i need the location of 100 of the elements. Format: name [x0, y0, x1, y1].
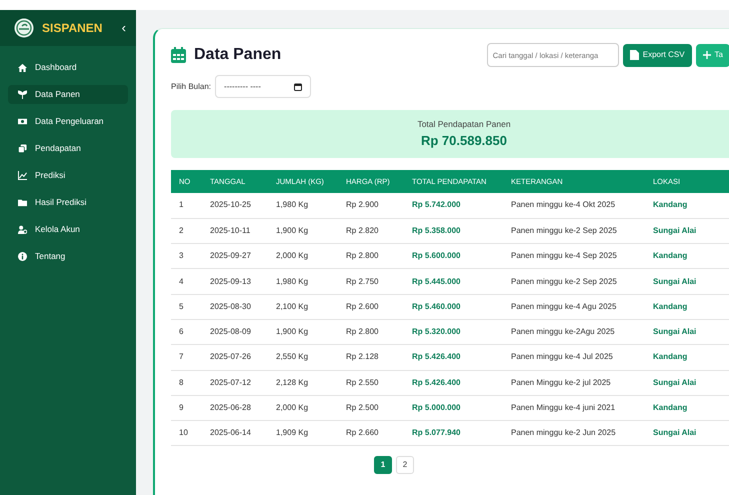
table-cell: Rp 2.750	[338, 268, 404, 294]
collapse-button[interactable]: ‹	[122, 18, 126, 38]
info-icon	[18, 252, 27, 261]
table-cell: Panen minggu ke-2Agu 2025	[503, 319, 645, 345]
table-cell: 4	[171, 268, 202, 294]
sidebar-item[interactable]: Kelola Akun	[8, 220, 128, 239]
page-button[interactable]: 1	[374, 456, 392, 474]
table-cell: Rp 5.358.000	[404, 218, 503, 244]
table-cell: 2025-09-13	[202, 268, 268, 294]
table-cell: Panen minggu ke-4 Sep 2025	[503, 244, 645, 269]
table-cell: 2025-09-27	[202, 244, 268, 269]
table-cell: Rp 5.320.000	[404, 319, 503, 345]
table-cell: Rp 2.800	[338, 319, 404, 345]
table-cell: Sungai Alai	[645, 319, 729, 345]
table-cell: Rp 2.900	[338, 193, 404, 218]
sidebar-item[interactable]: Data Panen	[8, 85, 128, 104]
table-cell: Kandang	[645, 294, 729, 320]
table-cell: Kandang	[645, 395, 729, 421]
table-cell: 2025-06-14	[202, 420, 268, 446]
table-cell: Panen minggu ke-2 Sep 2025	[503, 218, 645, 244]
summary-value: Rp 70.589.850	[420, 132, 507, 150]
copy-icon	[18, 144, 27, 153]
table-cell: 1,980 Kg	[268, 193, 338, 218]
sidebar-item[interactable]: Hasil Prediksi	[8, 193, 128, 212]
table-cell: 1,909 Kg	[268, 420, 338, 446]
month-label: Pilih Bulan:	[171, 80, 212, 92]
table-cell: Sungai Alai	[645, 420, 729, 446]
table-cell: Panen minggu ke-4 Agu 2025	[503, 294, 645, 320]
user-icon	[18, 225, 27, 234]
sprout-icon	[18, 90, 27, 99]
table-cell: Rp 5.077.940	[404, 420, 503, 446]
chart-icon	[18, 171, 27, 180]
table-cell: 1,980 Kg	[268, 268, 338, 294]
table-cell: 1	[171, 193, 202, 218]
table-cell: Rp 2.660	[338, 420, 404, 446]
table-cell: Rp 2.500	[338, 395, 404, 421]
table-cell: Rp 5.742.000	[404, 193, 503, 218]
table-cell: Kandang	[645, 193, 729, 218]
table-cell: Panen minggu ke-4 Jul 2025	[503, 344, 645, 370]
table-cell: 2025-10-25	[202, 193, 268, 218]
home-icon	[18, 63, 27, 72]
table-cell: Rp 2.128	[338, 344, 404, 370]
file-icon	[630, 50, 639, 60]
table-cell: 1,900 Kg	[268, 218, 338, 244]
table-cell: Rp 2.800	[338, 244, 404, 269]
table-cell: 2025-08-30	[202, 294, 268, 320]
sidebar-item[interactable]: Data Pengeluaran	[8, 112, 128, 131]
table-cell: Rp 2.820	[338, 218, 404, 244]
table-cell: 2025-06-28	[202, 395, 268, 421]
calendar-icon	[171, 47, 186, 63]
sidebar-item[interactable]: Tentang	[8, 247, 128, 266]
table-cell: Panen minggu ke-4 Okt 2025	[503, 193, 645, 218]
table-cell: 2025-08-09	[202, 319, 268, 345]
table-cell: 5	[171, 294, 202, 320]
table-cell: Rp 5.000.000	[404, 395, 503, 421]
folder-icon	[18, 198, 27, 207]
table-cell: Rp 2.550	[338, 370, 404, 396]
table-cell: 3	[171, 244, 202, 269]
sidebar-item[interactable]: Pendapatan	[8, 139, 128, 158]
table-cell: Sungai Alai	[645, 370, 729, 396]
table-cell: Sungai Alai	[645, 268, 729, 294]
sidebar-item[interactable]: Dashboard	[8, 58, 128, 77]
table-cell: 2025-10-11	[202, 218, 268, 244]
calendar-icon	[294, 82, 302, 90]
table-cell: 2,550 Kg	[268, 344, 338, 370]
brand-name: SISPANEN	[42, 20, 102, 37]
table-cell: Panen minggu ke-2 Jun 2025	[503, 420, 645, 446]
logo-icon	[14, 18, 34, 38]
table-cell: Rp 5.460.000	[404, 294, 503, 320]
table-cell: Rp 5.600.000	[404, 244, 503, 269]
table-cell: Panen Minggu ke-2 jul 2025	[503, 370, 645, 396]
table-cell: 2	[171, 218, 202, 244]
table-cell: Panen minggu ke-2 Sep 2025	[503, 268, 645, 294]
table-cell: 6	[171, 319, 202, 345]
table-cell: 1,900 Kg	[268, 319, 338, 345]
table-cell: 7	[171, 344, 202, 370]
table-cell: Panen Minggu ke-4 juni 2021	[503, 395, 645, 421]
table-cell: Rp 2.600	[338, 294, 404, 320]
table-cell: 2025-07-26	[202, 344, 268, 370]
summary-label: Total Pendapatan Panen	[417, 118, 511, 131]
export-csv-button[interactable]: Export CSV	[622, 44, 692, 66]
table-cell: 2025-07-12	[202, 370, 268, 396]
month-field[interactable]: --------- ----	[215, 75, 312, 98]
plus-icon	[702, 51, 711, 59]
table-cell: 2,000 Kg	[268, 244, 338, 269]
table-cell: Sungai Alai	[645, 218, 729, 244]
table-cell: Kandang	[645, 344, 729, 370]
sidebar-item[interactable]: Prediksi	[8, 166, 128, 185]
page-button[interactable]: 2	[396, 456, 414, 474]
table-cell: Rp 5.426.400	[404, 370, 503, 396]
page-title: Data Panen	[194, 45, 282, 65]
table-cell: Rp 5.445.000	[404, 268, 503, 294]
table-cell: 10	[171, 420, 202, 446]
table-cell: 2,128 Kg	[268, 370, 338, 396]
table-cell: 8	[171, 370, 202, 396]
banknote-icon	[18, 117, 27, 126]
table-cell: 2,100 Kg	[268, 294, 338, 320]
table-cell: Rp 5.426.400	[404, 344, 503, 370]
table-cell: 9	[171, 395, 202, 421]
table-cell: 2,000 Kg	[268, 395, 338, 421]
